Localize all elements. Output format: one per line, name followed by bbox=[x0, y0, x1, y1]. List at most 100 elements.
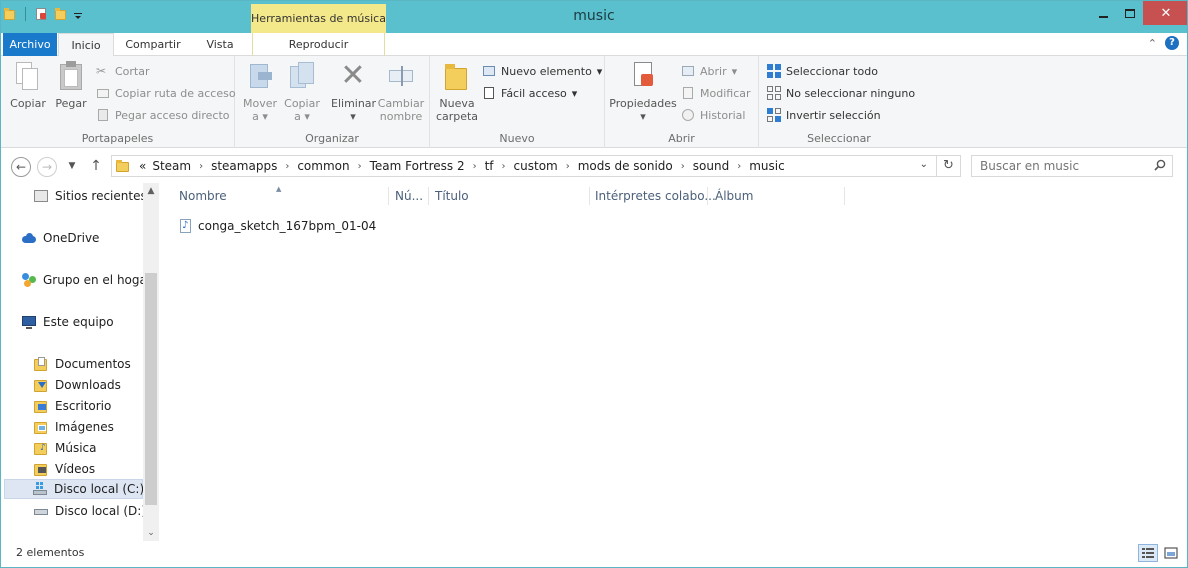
easy-access-button[interactable]: Fácil acceso ▾ bbox=[482, 84, 577, 102]
breadcrumb-item[interactable]: Team Fortress 2 bbox=[367, 159, 468, 173]
nav-item-homegroup[interactable]: Grupo en el hogar bbox=[21, 270, 152, 290]
new-folder-icon bbox=[441, 60, 473, 92]
search-input[interactable] bbox=[972, 159, 1148, 173]
paste-shortcut-button[interactable]: Pegar acceso directo bbox=[96, 106, 230, 124]
nav-item-desktop[interactable]: Escritorio bbox=[33, 396, 111, 416]
invert-selection-button[interactable]: Invertir selección bbox=[767, 106, 881, 124]
breadcrumb-overflow[interactable]: « bbox=[136, 159, 149, 173]
column-header-artists[interactable]: Intérpretes colabo... bbox=[595, 189, 716, 207]
cut-button[interactable]: ✂ Cortar bbox=[96, 62, 150, 80]
navpane-scrollbar[interactable]: ▲ ⌄ bbox=[143, 183, 159, 541]
address-dropdown-icon[interactable]: ⌄ bbox=[920, 159, 928, 170]
breadcrumb-item[interactable]: Steam bbox=[149, 159, 194, 173]
refresh-icon[interactable]: ↻ bbox=[936, 156, 960, 176]
nav-item-this-pc[interactable]: Este equipo bbox=[21, 312, 114, 332]
customize-toolbar-icon[interactable] bbox=[74, 7, 82, 21]
paste-button[interactable]: Pegar bbox=[51, 60, 91, 110]
delete-button[interactable]: ✕ Eliminar ▾ bbox=[331, 58, 376, 124]
copy-to-button[interactable]: Copiar a ▾ bbox=[281, 60, 323, 123]
history-button[interactable]: Historial bbox=[681, 106, 745, 124]
nav-item-downloads[interactable]: Downloads bbox=[33, 375, 121, 395]
large-icons-view-button[interactable] bbox=[1161, 544, 1181, 562]
breadcrumb-separator-icon[interactable]: › bbox=[353, 161, 367, 172]
nav-item-recent-places[interactable]: Sitios recientes bbox=[33, 186, 147, 206]
properties-button[interactable]: Propiedades ▾ bbox=[609, 60, 677, 123]
breadcrumb-item[interactable]: music bbox=[746, 159, 787, 173]
nav-item-videos[interactable]: Vídeos bbox=[33, 459, 95, 479]
folder-icon[interactable] bbox=[3, 7, 17, 21]
details-view-button[interactable] bbox=[1138, 544, 1158, 562]
breadcrumb-item[interactable]: tf bbox=[482, 159, 497, 173]
group-clipboard: Copiar Pegar ✂ Cortar Copiar ruta de acc… bbox=[1, 56, 236, 148]
copy-icon bbox=[12, 60, 44, 92]
maximize-button[interactable] bbox=[1117, 1, 1143, 25]
minimize-ribbon-icon[interactable]: ⌃ bbox=[1148, 37, 1157, 50]
close-button[interactable]: ✕ bbox=[1143, 1, 1187, 25]
breadcrumb-separator-icon[interactable]: › bbox=[280, 161, 294, 172]
breadcrumb-separator-icon[interactable]: › bbox=[732, 161, 746, 172]
breadcrumb-separator-icon[interactable]: › bbox=[676, 161, 690, 172]
windows-drive-icon bbox=[32, 481, 48, 497]
list-item[interactable]: ♪ conga_sketch_167bpm_01-04 bbox=[179, 217, 376, 235]
delete-icon: ✕ bbox=[340, 58, 366, 93]
breadcrumb-item[interactable]: common bbox=[294, 159, 352, 173]
breadcrumb-item[interactable]: custom bbox=[511, 159, 561, 173]
column-header-album[interactable]: Álbum bbox=[715, 189, 753, 207]
breadcrumb-item[interactable]: sound bbox=[690, 159, 732, 173]
rename-button[interactable]: Cambiar nombre bbox=[377, 60, 425, 123]
column-divider[interactable] bbox=[707, 187, 708, 205]
new-folder-icon[interactable] bbox=[54, 7, 68, 21]
column-header-number[interactable]: Nú... bbox=[395, 189, 423, 207]
group-new: Nueva carpeta Nuevo elemento ▾ Fácil acces… bbox=[430, 56, 605, 148]
new-folder-button[interactable]: Nueva carpeta bbox=[434, 60, 480, 123]
breadcrumb-item[interactable]: mods de sonido bbox=[575, 159, 676, 173]
select-none-button[interactable]: No seleccionar ninguno bbox=[767, 84, 915, 102]
move-to-button[interactable]: Mover a ▾ bbox=[239, 60, 281, 123]
tab-file[interactable]: Archivo bbox=[3, 33, 57, 56]
nav-item-local-disk-c[interactable]: Disco local (C:) bbox=[4, 479, 144, 499]
ribbon: Copiar Pegar ✂ Cortar Copiar ruta de acc… bbox=[1, 56, 1187, 148]
nav-item-music[interactable]: ♪ Música bbox=[33, 438, 97, 458]
column-divider[interactable] bbox=[388, 187, 389, 205]
breadcrumb-separator-icon[interactable]: › bbox=[561, 161, 575, 172]
nav-item-pictures[interactable]: Imágenes bbox=[33, 417, 114, 437]
column-divider[interactable] bbox=[589, 187, 590, 205]
edit-button[interactable]: Modificar bbox=[681, 84, 751, 102]
up-button[interactable]: ↑ bbox=[87, 157, 105, 175]
scroll-thumb[interactable] bbox=[145, 273, 157, 505]
breadcrumb-separator-icon[interactable]: › bbox=[194, 161, 208, 172]
pictures-folder-icon bbox=[33, 419, 49, 435]
scroll-up-icon[interactable]: ▲ bbox=[143, 183, 159, 199]
help-icon[interactable]: ? bbox=[1165, 36, 1179, 50]
copy-path-button[interactable]: Copiar ruta de acceso bbox=[96, 84, 236, 102]
search-icon[interactable] bbox=[1154, 159, 1166, 171]
tab-play[interactable]: Reproducir bbox=[252, 33, 385, 56]
minimize-button[interactable] bbox=[1089, 1, 1117, 25]
properties-icon[interactable] bbox=[34, 7, 48, 21]
open-button[interactable]: Abrir ▾ bbox=[681, 62, 737, 80]
back-button[interactable]: ← bbox=[11, 157, 31, 177]
forward-button[interactable]: → bbox=[37, 157, 57, 177]
breadcrumb-separator-icon[interactable]: › bbox=[468, 161, 482, 172]
breadcrumb-item[interactable]: steamapps bbox=[208, 159, 280, 173]
scroll-down-icon[interactable]: ⌄ bbox=[143, 525, 159, 541]
column-divider[interactable] bbox=[844, 187, 845, 205]
copy-button[interactable]: Copiar bbox=[7, 60, 49, 110]
audio-file-icon: ♪ bbox=[179, 218, 193, 234]
select-all-button[interactable]: Seleccionar todo bbox=[767, 62, 878, 80]
column-header-title[interactable]: Título bbox=[435, 189, 469, 207]
tab-home[interactable]: Inicio bbox=[58, 33, 114, 57]
new-item-button[interactable]: Nuevo elemento ▾ bbox=[482, 62, 602, 80]
address-bar[interactable]: « Steam › steamapps › common › Team Fortres… bbox=[111, 155, 961, 177]
nav-item-documents[interactable]: Documentos bbox=[33, 354, 131, 374]
column-divider[interactable] bbox=[428, 187, 429, 205]
recent-locations-button[interactable]: ▼ bbox=[65, 157, 79, 175]
search-box[interactable] bbox=[971, 155, 1173, 177]
tab-view[interactable]: Vista bbox=[193, 33, 247, 56]
nav-item-local-disk-d[interactable]: Disco local (D:) bbox=[33, 501, 146, 521]
column-header-name[interactable]: Nombre bbox=[179, 189, 227, 207]
nav-item-onedrive[interactable]: OneDrive bbox=[21, 228, 99, 248]
breadcrumb-separator-icon[interactable]: › bbox=[497, 161, 511, 172]
paste-shortcut-icon bbox=[96, 108, 110, 122]
tab-share[interactable]: Compartir bbox=[117, 33, 189, 56]
